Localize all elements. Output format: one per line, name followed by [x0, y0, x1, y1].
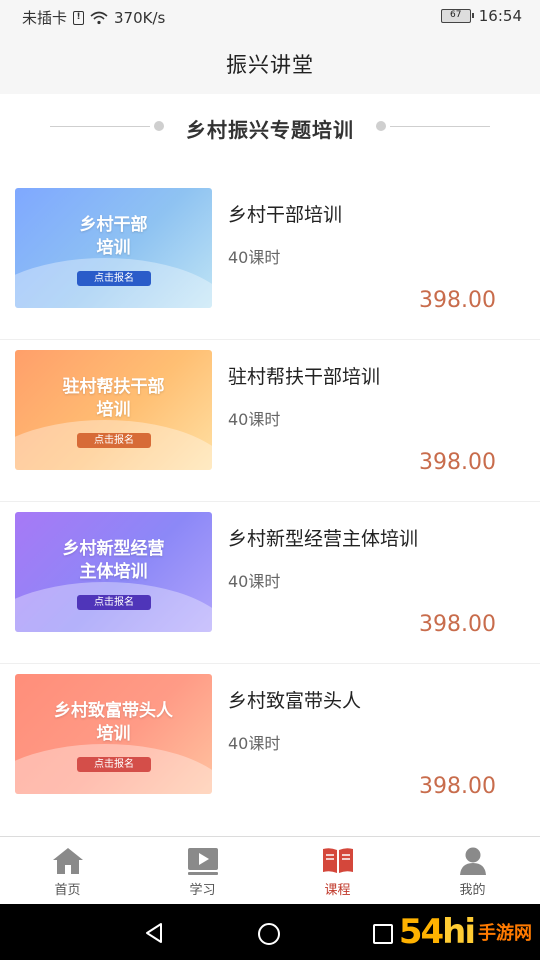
tab-label: 学习: [189, 883, 216, 898]
course-list: 乡村干部 培训 点击报名 乡村干部培训 40课时 398.00 驻村帮扶干部 培…: [0, 178, 540, 826]
status-left: 未插卡 ! 370K/s: [22, 7, 165, 28]
carrier-label: 未插卡: [22, 9, 68, 27]
course-name[interactable]: 驻村帮扶干部培训: [228, 362, 380, 389]
course-hours: 40课时: [228, 248, 281, 267]
course-hours: 40课时: [228, 572, 281, 591]
home-button-icon[interactable]: [258, 923, 280, 945]
thumbnail-title: 乡村新型经营 主体培训: [62, 539, 165, 582]
tab-home[interactable]: 首页: [0, 837, 135, 904]
course-item[interactable]: 乡村新型经营 主体培训 点击报名 乡村新型经营主体培训 40课时 398.00: [0, 502, 540, 664]
watermark-text: 手游网: [478, 923, 532, 944]
section-title: 乡村振兴专题培训: [186, 118, 354, 142]
course-thumbnail[interactable]: 乡村致富带头人 培训 点击报名: [15, 674, 212, 794]
course-price: 398.00: [419, 288, 496, 313]
course-item[interactable]: 乡村干部 培训 点击报名 乡村干部培训 40课时 398.00: [0, 178, 540, 340]
status-bar: 未插卡 ! 370K/s 67 16:54: [0, 0, 540, 34]
course-hours: 40课时: [228, 734, 281, 753]
course-thumbnail[interactable]: 乡村干部 培训 点击报名: [15, 188, 212, 308]
recent-apps-icon[interactable]: [373, 924, 393, 944]
thumbnail-title: 乡村致富带头人 培训: [54, 701, 173, 744]
enroll-button[interactable]: 点击报名: [77, 433, 151, 448]
watermark-logo: 54 hi 手游网: [399, 910, 532, 954]
app-screen: 未插卡 ! 370K/s 67 16:54 振兴讲堂 乡村振兴专题培训 乡村干部…: [0, 0, 540, 960]
watermark-number: 54: [398, 912, 444, 952]
system-nav-bar: 54 hi 手游网: [0, 904, 540, 960]
tab-label: 首页: [54, 883, 81, 898]
course-name[interactable]: 乡村干部培训: [228, 200, 342, 227]
course-name[interactable]: 乡村致富带头人: [228, 686, 361, 713]
tab-mine[interactable]: 我的: [405, 837, 540, 904]
course-price: 398.00: [419, 450, 496, 475]
book-icon: [322, 848, 353, 873]
section-header: 乡村振兴专题培训: [50, 112, 490, 142]
page-title: 振兴讲堂: [226, 53, 314, 77]
sim-icon: !: [73, 10, 85, 25]
course-price: 398.00: [419, 774, 496, 799]
status-right: 67 16:54: [440, 7, 522, 25]
network-speed: 370K/s: [114, 8, 166, 27]
course-thumbnail[interactable]: 驻村帮扶干部 培训 点击报名: [15, 350, 212, 470]
thumbnail-title: 驻村帮扶干部 培训: [62, 377, 165, 420]
home-icon: [52, 848, 83, 874]
tab-label: 课程: [324, 883, 351, 898]
enroll-button[interactable]: 点击报名: [77, 757, 151, 772]
thumbnail-title: 乡村干部 培训: [79, 215, 148, 258]
user-icon: [459, 847, 486, 875]
course-thumbnail[interactable]: 乡村新型经营 主体培训 点击报名: [15, 512, 212, 632]
back-icon[interactable]: [143, 922, 165, 944]
battery-icon: 67: [440, 9, 474, 23]
enroll-button[interactable]: 点击报名: [77, 271, 151, 286]
app-header: 振兴讲堂: [0, 34, 540, 94]
bottom-tab-bar: 首页 学习 课程 我的: [0, 836, 540, 904]
section-divider-right: [390, 126, 490, 127]
course-item[interactable]: 驻村帮扶干部 培训 点击报名 驻村帮扶干部培训 40课时 398.00: [0, 340, 540, 502]
tab-study[interactable]: 学习: [135, 837, 270, 904]
tab-label: 我的: [459, 883, 486, 898]
play-icon: [187, 848, 218, 875]
enroll-button[interactable]: 点击报名: [77, 595, 151, 610]
watermark-letters: hi: [442, 912, 476, 952]
course-name[interactable]: 乡村新型经营主体培训: [228, 524, 418, 551]
section-dot-right: [376, 121, 386, 131]
course-price: 398.00: [419, 612, 496, 637]
tab-courses[interactable]: 课程: [270, 837, 405, 904]
course-item[interactable]: 乡村致富带头人 培训 点击报名 乡村致富带头人 40课时 398.00: [0, 664, 540, 826]
main-content: 乡村振兴专题培训 乡村干部 培训 点击报名 乡村干部培训 40课时 398.00…: [0, 94, 540, 836]
clock: 16:54: [478, 7, 522, 25]
course-hours: 40课时: [228, 410, 281, 429]
wifi-icon: [90, 11, 108, 24]
